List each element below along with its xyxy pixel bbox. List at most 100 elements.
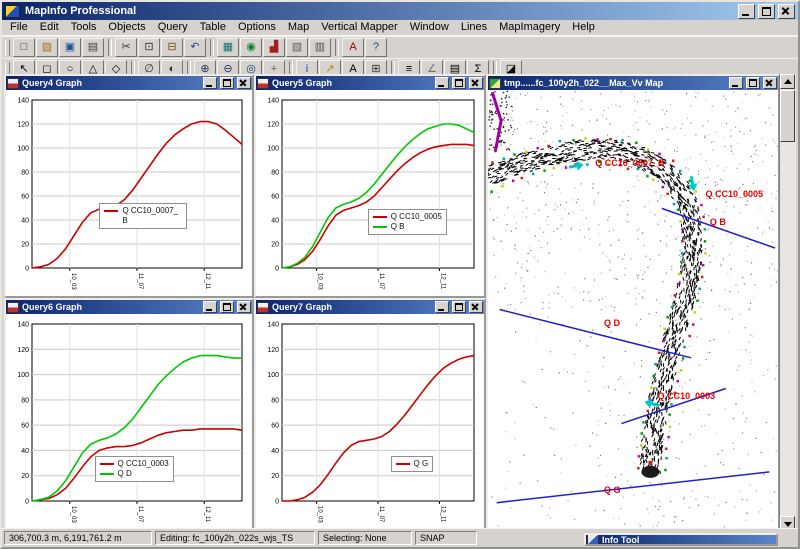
- map-canvas[interactable]: Q CC10_0007_BQ CC10_0005Q BQ DQ CC10_000…: [488, 90, 778, 529]
- child-minimize-button[interactable]: [435, 301, 449, 313]
- svg-text:60: 60: [271, 423, 279, 430]
- svg-text:12_11: 12_11: [439, 506, 445, 523]
- status-coordinates: 306,700.3 m, 6,191,761.2 m: [4, 531, 152, 545]
- child-window-title: Query7 Graph: [271, 302, 432, 312]
- menu-lines[interactable]: Lines: [455, 20, 493, 35]
- child-title-bar[interactable]: tmp......fc_100y2h_022__Max_Vv Map: [488, 76, 778, 90]
- title-bar[interactable]: MapInfo Professional: [2, 2, 798, 20]
- menu-edit[interactable]: Edit: [34, 20, 65, 35]
- status-snap[interactable]: SNAP: [415, 531, 477, 545]
- menu-options[interactable]: Options: [232, 20, 282, 35]
- print-button[interactable]: ▤: [82, 38, 104, 57]
- child-minimize-button[interactable]: [729, 77, 743, 89]
- chart-legend: Q CC10_0005Q B: [368, 209, 447, 235]
- menu-query[interactable]: Query: [152, 20, 194, 35]
- menu-table[interactable]: Table: [194, 20, 232, 35]
- legend-line-sample: [373, 216, 387, 218]
- minimize-button[interactable]: [738, 4, 755, 19]
- legend-label: Q D: [118, 469, 132, 479]
- child-title-bar[interactable]: Query4 Graph: [6, 76, 252, 90]
- chart-canvas-query7[interactable]: 02040608010012014010_0311_0712_11Q G: [256, 314, 484, 529]
- mdi-vertical-scrollbar[interactable]: [779, 74, 796, 531]
- status-editing[interactable]: Editing: fc_100y2h_022s_wjs_TS: [155, 531, 315, 545]
- graph-window-icon: [257, 302, 269, 313]
- toolbar-grip[interactable]: [5, 40, 10, 56]
- child-title-bar[interactable]: Query7 Graph: [256, 300, 484, 314]
- new-layout-button[interactable]: ▧: [286, 38, 308, 57]
- svg-text:0: 0: [25, 499, 29, 506]
- svg-text:20: 20: [271, 473, 279, 480]
- child-minimize-button[interactable]: [203, 301, 217, 313]
- paste-button[interactable]: ⊟: [161, 38, 183, 57]
- child-window-title: Query5 Graph: [271, 78, 432, 88]
- copy-button[interactable]: ⊡: [138, 38, 160, 57]
- child-minimize-button[interactable]: [435, 77, 449, 89]
- child-maximize-button[interactable]: [452, 301, 466, 313]
- menu-vertical-mapper[interactable]: Vertical Mapper: [315, 20, 403, 35]
- scrollbar-thumb[interactable]: [780, 90, 795, 142]
- help-button[interactable]: ?: [365, 38, 387, 57]
- child-maximize-button[interactable]: [220, 301, 234, 313]
- status-selecting[interactable]: Selecting: None: [318, 531, 412, 545]
- legend-entry: Q D: [100, 469, 169, 479]
- child-title-bar[interactable]: Query6 Graph: [6, 300, 252, 314]
- svg-text:80: 80: [21, 170, 29, 177]
- chart-canvas-query4[interactable]: 02040608010012014010_0311_0712_11Q CC10_…: [6, 90, 252, 296]
- child-maximize-button[interactable]: [220, 77, 234, 89]
- menu-objects[interactable]: Objects: [102, 20, 151, 35]
- map-label: Q CC10_0007_B: [595, 158, 664, 168]
- symbol-style-button[interactable]: A: [342, 38, 364, 57]
- new-redistricter-button[interactable]: ▥: [309, 38, 331, 57]
- menu-map[interactable]: Map: [282, 20, 315, 35]
- legend-label: Q CC10_0003: [118, 459, 169, 469]
- open-table-button[interactable]: ▨: [36, 38, 58, 57]
- menu-file[interactable]: File: [4, 20, 34, 35]
- svg-text:10_03: 10_03: [317, 506, 323, 523]
- chart-canvas-query6[interactable]: 02040608010012014010_0311_0712_11Q CC10_…: [6, 314, 252, 529]
- close-button[interactable]: [778, 4, 795, 19]
- save-table-button[interactable]: ▣: [59, 38, 81, 57]
- child-close-button[interactable]: [763, 77, 777, 89]
- svg-text:100: 100: [267, 146, 279, 153]
- child-title-bar[interactable]: Query5 Graph: [256, 76, 484, 90]
- svg-text:140: 140: [17, 98, 29, 105]
- child-title-bar[interactable]: Info Tool: [586, 535, 776, 544]
- maximize-button[interactable]: [758, 4, 775, 19]
- svg-text:100: 100: [17, 146, 29, 153]
- svg-text:11_07: 11_07: [378, 506, 384, 523]
- new-table-button[interactable]: □: [13, 38, 35, 57]
- child-close-button[interactable]: [469, 77, 483, 89]
- svg-text:40: 40: [271, 448, 279, 455]
- svg-text:100: 100: [17, 372, 29, 379]
- svg-text:80: 80: [271, 397, 279, 404]
- child-window-title: Query4 Graph: [21, 78, 200, 88]
- map-window: tmp......fc_100y2h_022__Max_Vv Map Q CC1…: [486, 74, 780, 531]
- legend-entry: Q CC10_0005: [373, 212, 442, 222]
- child-close-button[interactable]: [469, 301, 483, 313]
- new-mapper-button[interactable]: ◉: [240, 38, 262, 57]
- svg-text:120: 120: [267, 122, 279, 129]
- legend-entry: Q CC10_0003: [100, 459, 169, 469]
- child-maximize-button[interactable]: [746, 77, 760, 89]
- cut-button[interactable]: ✂: [115, 38, 137, 57]
- undo-button[interactable]: ↶: [184, 38, 206, 57]
- new-browser-button[interactable]: ▦: [217, 38, 239, 57]
- scroll-up-icon[interactable]: [780, 74, 795, 89]
- menu-help[interactable]: Help: [566, 20, 601, 35]
- legend-label: Q CC10_0005: [391, 212, 442, 222]
- graph-window-query6: Query6 Graph 02040608010012014010_0311_0…: [4, 298, 254, 531]
- new-grapher-button[interactable]: ▟: [263, 38, 285, 57]
- svg-text:140: 140: [267, 322, 279, 329]
- info-tool-window[interactable]: Info Tool: [584, 533, 778, 546]
- chart-canvas-query5[interactable]: 02040608010012014010_0311_0712_11Q CC10_…: [256, 90, 484, 296]
- child-close-button[interactable]: [237, 77, 251, 89]
- child-minimize-button[interactable]: [203, 77, 217, 89]
- child-close-button[interactable]: [237, 301, 251, 313]
- menu-window[interactable]: Window: [404, 20, 455, 35]
- toolbar-separator: [210, 39, 214, 56]
- mapinfo-main-window: MapInfo Professional FileEditToolsObject…: [0, 0, 800, 549]
- menu-mapimagery[interactable]: MapImagery: [493, 20, 566, 35]
- svg-text:20: 20: [21, 242, 29, 249]
- child-maximize-button[interactable]: [452, 77, 466, 89]
- menu-tools[interactable]: Tools: [65, 20, 103, 35]
